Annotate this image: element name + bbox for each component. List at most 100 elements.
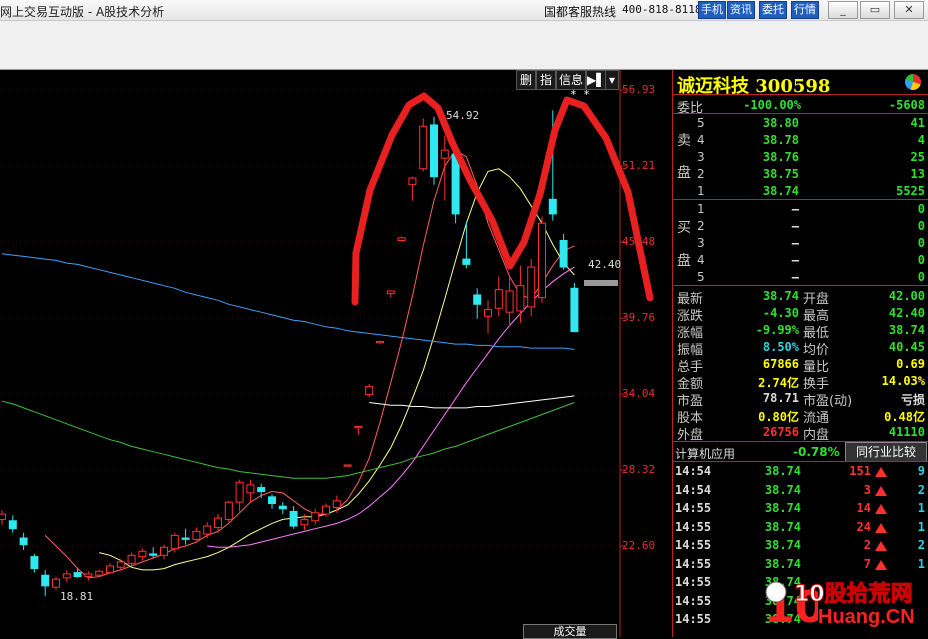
- candle-body: [430, 124, 438, 178]
- stat-value: -4.30: [762, 306, 799, 320]
- mobile-button[interactable]: 手机: [698, 1, 726, 19]
- sell-price[interactable]: 38.75: [753, 167, 799, 181]
- tick-price: 38.74: [764, 464, 801, 478]
- buy-volume: 0: [917, 202, 925, 216]
- candle-body: [505, 290, 514, 313]
- divider: [673, 285, 928, 286]
- buy-volume: 0: [917, 236, 925, 250]
- tick-price: 38.74: [764, 556, 801, 571]
- candle-body: [451, 153, 460, 215]
- candle-body: [160, 546, 168, 556]
- candle-body: [214, 517, 222, 528]
- candle-body: [106, 565, 114, 574]
- candle-body: [170, 534, 179, 550]
- stat-value: 8.50%: [762, 340, 799, 354]
- candle-body: [84, 573, 93, 578]
- sell-price[interactable]: 38.80: [753, 116, 799, 130]
- play-tool-icon[interactable]: ▶▌: [586, 70, 606, 90]
- up-arrow-icon: [875, 467, 887, 477]
- tick-price: 38.74: [764, 501, 801, 515]
- sell-volume: 13: [910, 167, 925, 181]
- candle-body: [8, 520, 17, 530]
- sell-price[interactable]: 38.74: [753, 184, 799, 198]
- tick-count: 1: [917, 519, 925, 534]
- sector-change: -0.78%: [793, 445, 840, 459]
- delete-tool-button[interactable]: 删: [516, 70, 536, 90]
- menu-dropdown-icon[interactable]: ▾: [605, 70, 619, 90]
- price-tick: 39.76: [622, 311, 656, 324]
- price-tick: 34.04: [622, 387, 656, 400]
- restore-icon[interactable]: ▭: [860, 1, 890, 19]
- tick-row[interactable]: 14:55 38.74 24 1: [673, 520, 928, 538]
- candle-body: [484, 309, 492, 317]
- tick-volume: 7: [863, 556, 871, 571]
- sector-name[interactable]: 计算机应用: [675, 445, 735, 462]
- up-arrow-icon: [875, 559, 887, 570]
- tick-volume: 24: [856, 519, 871, 534]
- sell-level: 1: [697, 184, 705, 198]
- candle-body: [52, 578, 60, 588]
- tick-price: 38.74: [764, 482, 801, 497]
- candle-body: [322, 505, 330, 515]
- tick-time: 14:55: [675, 575, 712, 589]
- tick-row[interactable]: 14:55 38.74 14 1: [673, 501, 928, 519]
- buy-label: 买: [677, 220, 691, 236]
- quotes-button[interactable]: 行情: [791, 1, 819, 19]
- sell-level: 4: [697, 133, 705, 147]
- ma-line-ma250: [1, 253, 575, 350]
- stat-value: 38.74: [762, 289, 799, 303]
- buy-volume: 0: [917, 253, 925, 267]
- hotline-label: 国都客服热线: [544, 5, 617, 19]
- watermark-logo: 10 10股拾荒网 Huang.CN: [760, 570, 928, 637]
- candle-body: [570, 287, 579, 333]
- stat-value: 0.80亿: [758, 410, 799, 424]
- candle-body: [192, 530, 201, 540]
- close-icon[interactable]: ✕: [894, 1, 924, 19]
- indicator-tool-button[interactable]: 指: [536, 70, 556, 90]
- sell-price[interactable]: 38.78: [753, 133, 799, 147]
- price-tick: 28.32: [622, 463, 656, 476]
- buy-price[interactable]: —: [753, 202, 799, 216]
- price-tick: 56.93: [622, 83, 656, 96]
- compare-industry-button[interactable]: 同行业比较: [845, 442, 927, 462]
- tick-time: 14:55: [675, 501, 712, 515]
- window-title: 网上交易互动版 - A股技术分析: [0, 5, 165, 19]
- buy-price[interactable]: —: [753, 236, 799, 250]
- sell-volume: 5525: [896, 184, 925, 198]
- stat-value: 38.74: [888, 323, 925, 337]
- news-button[interactable]: 资讯: [727, 1, 755, 19]
- stat-value: 2.74亿: [758, 376, 799, 390]
- stat-value: 41110: [888, 425, 925, 439]
- candle-body: [494, 289, 503, 309]
- candle-body: [181, 537, 190, 540]
- candle-body: [538, 222, 546, 299]
- candle-body: [473, 294, 482, 305]
- tick-row[interactable]: 14:54 38.74 151 9: [673, 464, 928, 482]
- tick-row[interactable]: 14:55 38.74 2 2: [673, 538, 928, 556]
- trade-button[interactable]: 委托: [759, 1, 787, 19]
- tick-row[interactable]: 14:54 38.74 3 2: [673, 483, 928, 501]
- buy-volume: 0: [917, 219, 925, 233]
- hotline-number: 400-818-8118: [622, 3, 702, 16]
- tick-price: 38.74: [764, 538, 801, 552]
- buy-price[interactable]: —: [753, 219, 799, 233]
- buy-price[interactable]: —: [753, 270, 799, 284]
- kline-chart[interactable]: 删 指 信息 ▶▌ ▾ 56.93 51.21 45.48 39.76 34.0…: [0, 70, 672, 639]
- tick-time: 14:55: [675, 538, 712, 552]
- sell-price[interactable]: 38.76: [753, 150, 799, 164]
- candle-body: [95, 570, 104, 576]
- tick-time: 14:55: [675, 519, 712, 534]
- quote-panel: 诚迈科技 300598 委比 -100.00% -5608 卖 盘 5 38.80…: [672, 70, 928, 637]
- buy-price[interactable]: —: [753, 253, 799, 267]
- minimize-icon[interactable]: _: [828, 1, 858, 19]
- stat-value: 14.03%: [881, 374, 925, 388]
- info-tool-button[interactable]: 信息: [556, 70, 586, 90]
- candle-body: [548, 198, 557, 215]
- up-arrow-icon: [875, 541, 887, 551]
- stat-value: 78.71: [762, 391, 799, 405]
- tick-count: 1: [917, 556, 925, 571]
- pie-chart-icon[interactable]: [905, 74, 921, 90]
- candle-body: [224, 501, 233, 520]
- up-arrow-icon: [875, 504, 887, 514]
- stat-value: 0.48亿: [884, 410, 925, 424]
